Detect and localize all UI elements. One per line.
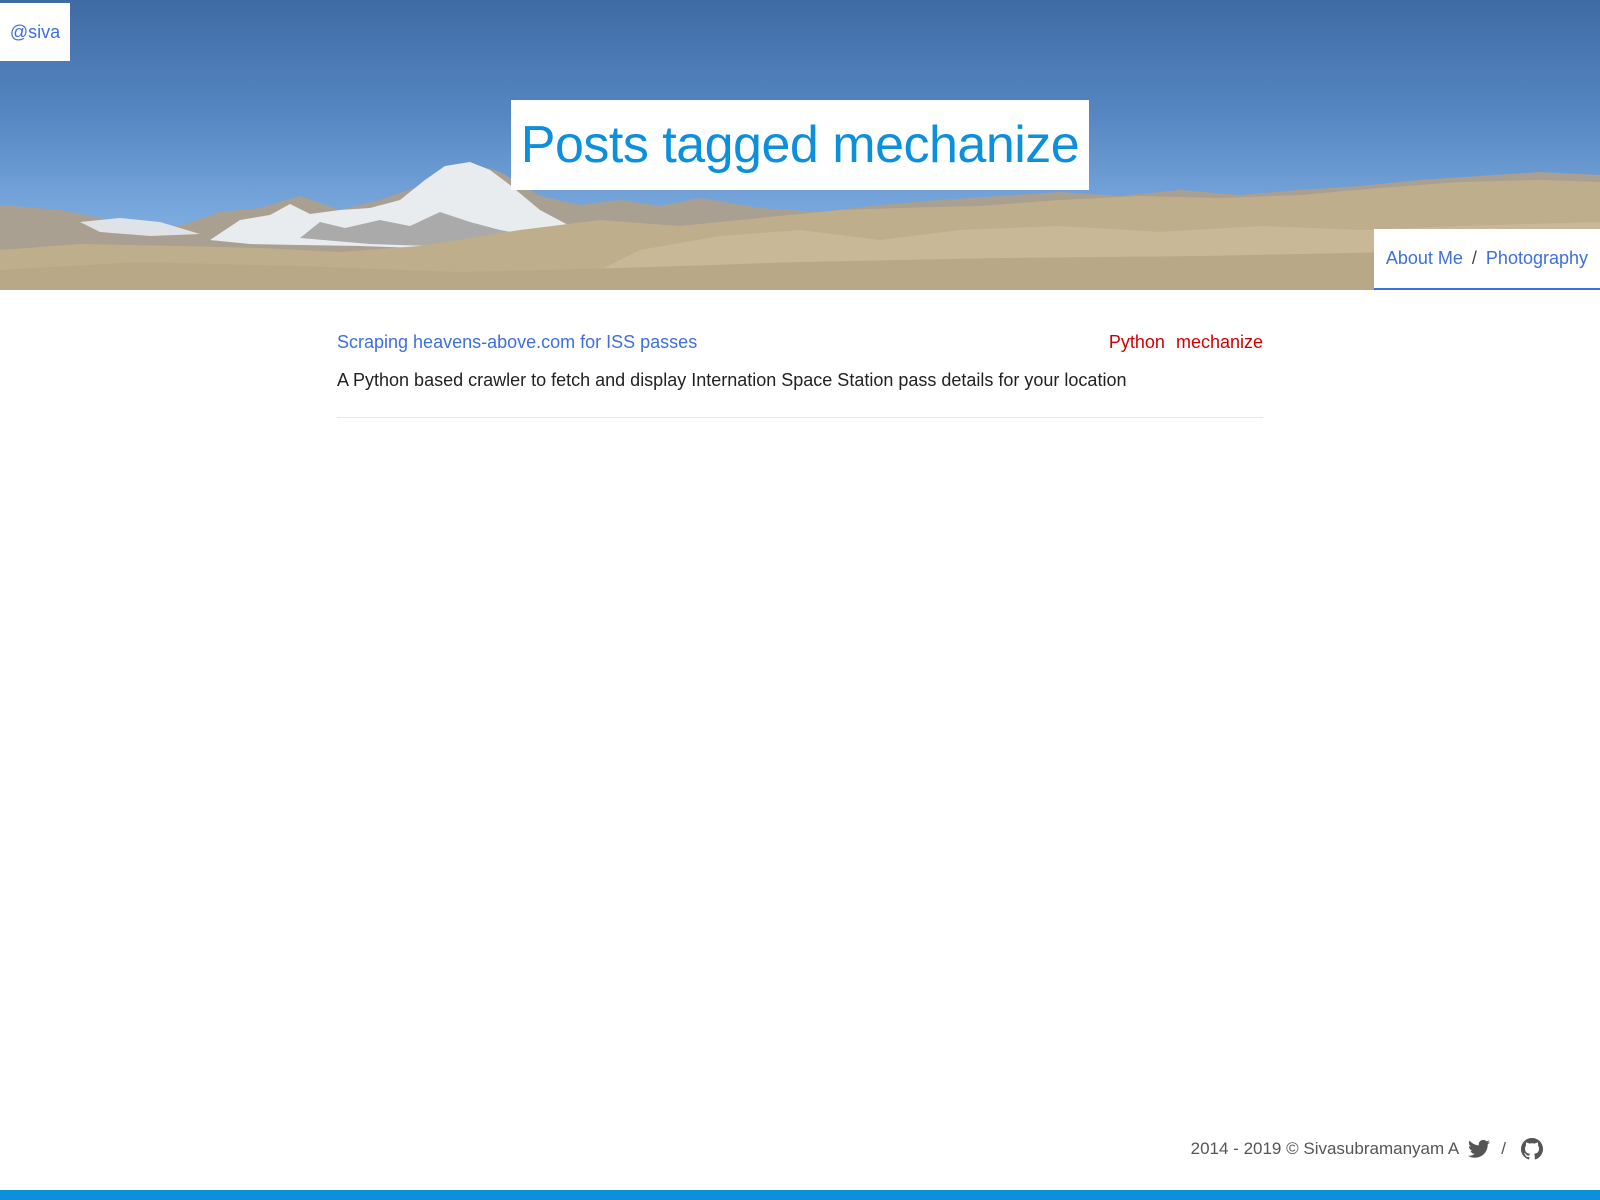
page-title-box: Posts tagged mechanize <box>511 100 1089 190</box>
tag-python-link[interactable]: Python <box>1109 332 1165 353</box>
nav-about-me-link[interactable]: About Me <box>1386 248 1463 269</box>
twitter-icon[interactable] <box>1467 1137 1491 1161</box>
top-nav: About Me / Photography <box>1373 229 1600 290</box>
nav-separator: / <box>1471 248 1477 268</box>
post-list-item: Scraping heavens-above.com for ISS passe… <box>337 325 1263 418</box>
page-title: Posts tagged mechanize <box>520 116 1080 174</box>
home-handle-link[interactable]: @siva <box>0 3 70 61</box>
post-header: Scraping heavens-above.com for ISS passe… <box>337 325 1263 359</box>
post-tags: Python mechanize <box>1109 332 1263 353</box>
footer: 2014 - 2019 © Sivasubramanyam A / <box>1191 1134 1544 1164</box>
footer-separator: / <box>1501 1139 1506 1158</box>
tag-mechanize-link[interactable]: mechanize <box>1176 332 1263 353</box>
github-icon[interactable] <box>1520 1137 1544 1161</box>
bottom-accent-bar <box>0 1190 1600 1200</box>
post-description: A Python based crawler to fetch and disp… <box>337 370 1127 390</box>
footer-copyright: 2014 - 2019 © Sivasubramanyam A <box>1190 1139 1460 1158</box>
nav-photography-link[interactable]: Photography <box>1486 248 1588 269</box>
header-banner: @siva Posts tagged mechanize About Me / … <box>0 0 1600 290</box>
post-title-link[interactable]: Scraping heavens-above.com for ISS passe… <box>337 332 697 353</box>
